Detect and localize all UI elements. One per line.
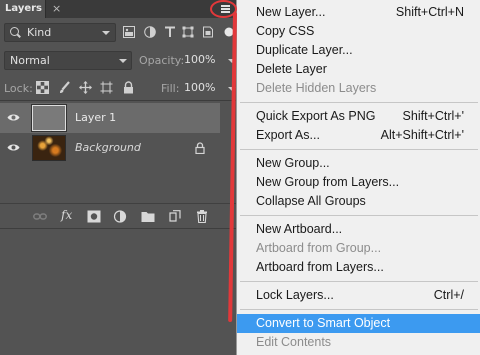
add-mask-icon[interactable] <box>87 210 101 223</box>
chevron-down-icon <box>119 59 127 63</box>
add-layer-style-button[interactable]: fx <box>61 208 72 222</box>
new-group-icon[interactable] <box>141 210 155 223</box>
menu-item-artboard-from-layers[interactable]: Artboard from Layers... <box>237 258 480 277</box>
panel-resize-grip[interactable] <box>0 228 240 232</box>
menu-item-edit-contents: Edit Contents <box>237 333 480 352</box>
menu-item-label: Edit Contents <box>256 335 332 349</box>
menu-item-copy-css[interactable]: Copy CSS <box>237 22 480 41</box>
menu-item-label: Convert to Smart Object <box>256 316 391 330</box>
visibility-eye-icon[interactable] <box>7 113 20 122</box>
menu-item-new-artboard[interactable]: New Artboard... <box>237 220 480 239</box>
filter-kind-select[interactable]: Kind <box>4 23 116 42</box>
menu-item-label: Lock Layers... <box>256 288 334 302</box>
blend-mode-value: Normal <box>10 54 50 67</box>
lock-position-icon[interactable] <box>79 81 92 94</box>
menu-item-label: Artboard from Group... <box>256 241 382 255</box>
menu-separator <box>240 281 478 282</box>
shape-filter-icon[interactable] <box>182 26 194 38</box>
visibility-eye-icon[interactable] <box>7 143 20 152</box>
layers-bottom-toolbar: fx <box>0 203 240 228</box>
menu-item-shortcut: Shift+Ctrl+' <box>402 109 464 123</box>
menu-item-shortcut: Alt+Shift+Ctrl+' <box>380 128 464 142</box>
divider <box>0 100 240 101</box>
menu-item-shortcut: Ctrl+/ <box>433 288 464 302</box>
menu-item-label: Quick Export As PNG <box>256 109 376 123</box>
search-icon <box>10 27 19 36</box>
menu-item-convert-to-smart-object[interactable]: Convert to Smart Object <box>237 314 480 333</box>
menu-item-collapse-all-groups[interactable]: Collapse All Groups <box>237 192 480 211</box>
lock-all-icon[interactable] <box>122 81 135 94</box>
trash-icon[interactable] <box>195 210 209 223</box>
annotation-circle <box>210 0 237 18</box>
menu-item-new-layer[interactable]: New Layer... Shift+Ctrl+N <box>237 3 480 22</box>
filter-kind-label: Kind <box>27 26 52 39</box>
menu-item-label: Duplicate Layer... <box>256 43 353 57</box>
lock-label: Lock: <box>4 82 33 95</box>
lock-artboard-icon[interactable] <box>100 81 113 94</box>
menu-separator <box>240 215 478 216</box>
link-layers-icon[interactable] <box>33 210 47 223</box>
smart-object-filter-icon[interactable] <box>202 26 214 38</box>
menu-item-duplicate-layer[interactable]: Duplicate Layer... <box>237 41 480 60</box>
layer-row-background[interactable]: Background <box>0 133 220 163</box>
pixel-filter-icon[interactable] <box>123 26 135 38</box>
menu-item-new-group[interactable]: New Group... <box>237 154 480 173</box>
menu-item-label: Delete Hidden Layers <box>256 81 377 95</box>
menu-item-lock-layers[interactable]: Lock Layers... Ctrl+/ <box>237 286 480 305</box>
menu-item-shortcut: Shift+Ctrl+N <box>395 5 464 19</box>
new-layer-icon[interactable] <box>168 210 182 223</box>
filter-row: Kind <box>0 20 240 44</box>
adjustment-filter-icon[interactable] <box>144 26 156 38</box>
lock-row: Lock: Fill: 100% <box>0 77 240 99</box>
menu-item-label: New Group from Layers... <box>256 175 400 189</box>
menu-item-label: New Group... <box>256 156 330 170</box>
menu-item-label: New Artboard... <box>256 222 343 236</box>
fill-label: Fill: <box>161 82 180 95</box>
menu-separator <box>240 309 478 310</box>
panel-tab-bar: Layers × <box>0 0 240 18</box>
tab-layers-label: Layers <box>5 3 42 14</box>
chevron-down-icon <box>102 31 110 35</box>
menu-item-label: Export As... <box>256 128 320 142</box>
menu-item-quick-export-png[interactable]: Quick Export As PNG Shift+Ctrl+' <box>237 107 480 126</box>
fill-field[interactable]: 100% <box>181 79 225 97</box>
lock-transparent-pixels-icon[interactable] <box>36 81 49 94</box>
menu-item-artboard-from-group: Artboard from Group... <box>237 239 480 258</box>
menu-item-label: Artboard from Layers... <box>256 260 384 274</box>
tab-layers[interactable]: Layers <box>0 0 46 18</box>
menu-item-label: Copy CSS <box>256 24 315 38</box>
menu-item-delete-hidden-layers: Delete Hidden Layers <box>237 79 480 98</box>
menu-item-export-as[interactable]: Export As... Alt+Shift+Ctrl+' <box>237 126 480 145</box>
menu-item-label: New Layer... <box>256 5 326 19</box>
fill-value: 100% <box>184 81 216 94</box>
menu-item-label: Delete Layer <box>256 62 327 76</box>
blend-mode-select[interactable]: Normal <box>4 51 132 70</box>
type-filter-icon[interactable] <box>164 26 176 38</box>
menu-item-label: Collapse All Groups <box>256 194 366 208</box>
menu-separator <box>240 102 478 103</box>
layer-thumbnail[interactable] <box>31 104 67 132</box>
blend-row: Normal Opacity: 100% <box>0 49 240 71</box>
menu-item-delete-layer[interactable]: Delete Layer <box>237 60 480 79</box>
menu-separator <box>240 149 478 150</box>
tab-close-icon[interactable]: × <box>52 0 64 18</box>
opacity-value: 100% <box>184 53 216 66</box>
layers-panel-menu: New Layer... Shift+Ctrl+N Copy CSS Duplic… <box>236 0 480 355</box>
new-adjustment-layer-icon[interactable] <box>113 210 127 223</box>
menu-item-new-group-from-layers[interactable]: New Group from Layers... <box>237 173 480 192</box>
lock-image-pixels-icon[interactable] <box>58 81 71 94</box>
opacity-label: Opacity: <box>139 54 185 67</box>
opacity-field[interactable]: 100% <box>181 51 225 69</box>
layer-row-layer-1[interactable]: Layer 1 <box>0 103 220 133</box>
layers-panel: Layers × Kind Normal Opacity: 100% Lock:… <box>0 0 240 355</box>
layer-lock-icon[interactable] <box>195 142 205 154</box>
layer-name[interactable]: Background <box>75 141 141 154</box>
layer-thumbnail[interactable] <box>32 135 66 161</box>
layer-name[interactable]: Layer 1 <box>75 111 116 124</box>
